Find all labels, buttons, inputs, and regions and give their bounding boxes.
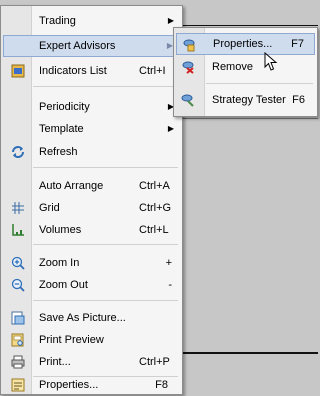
menu-item-template[interactable]: Template ▶ xyxy=(3,118,180,140)
menu-item-label: Grid xyxy=(39,202,60,214)
expert-advisors-submenu: Properties... F7 Remove Strategy Tester … xyxy=(173,27,318,117)
zoom-in-icon xyxy=(11,256,25,270)
menu-separator xyxy=(33,244,178,245)
expert-remove-icon xyxy=(182,61,194,74)
menu-item-trading[interactable]: Trading ▶ xyxy=(3,10,180,32)
menu-item-label: Periodicity xyxy=(39,101,90,113)
submenu-arrow-icon: ▶ xyxy=(167,124,174,133)
menu-item-periodicity[interactable]: Periodicity ▶ xyxy=(3,96,180,118)
menu-item-print[interactable]: Print... Ctrl+P xyxy=(3,351,180,373)
zoom-out-icon xyxy=(11,278,25,292)
submenu-item-strategy-tester[interactable]: Strategy Tester F6 xyxy=(176,89,315,111)
menu-item-print-preview[interactable]: Print Preview xyxy=(3,329,180,351)
strategy-tester-icon xyxy=(181,94,194,107)
menu-item-shortcut: Ctrl+P xyxy=(139,356,170,368)
menu-item-zoom-out[interactable]: Zoom Out - xyxy=(3,274,180,296)
menu-item-label: Save As Picture... xyxy=(39,312,126,324)
expert-properties-icon xyxy=(183,39,195,52)
properties-icon xyxy=(11,378,25,392)
menu-item-shortcut: Ctrl+G xyxy=(139,202,172,214)
submenu-separator xyxy=(206,83,313,84)
menu-item-volumes[interactable]: Volumes Ctrl+L xyxy=(3,219,180,241)
menu-item-label: Expert Advisors xyxy=(39,40,116,52)
volumes-icon xyxy=(12,224,24,236)
menu-item-label: Refresh xyxy=(39,146,78,158)
chart-line xyxy=(182,25,318,26)
menu-item-label: Template xyxy=(39,123,84,135)
menu-item-refresh[interactable]: Refresh xyxy=(3,141,180,163)
save-picture-icon xyxy=(11,311,25,325)
submenu-item-label: Strategy Tester xyxy=(212,94,286,106)
menu-item-properties[interactable]: Properties... F8 xyxy=(3,374,180,396)
menu-item-zoom-in[interactable]: Zoom In + xyxy=(3,252,180,274)
menu-item-label: Indicators List xyxy=(39,65,107,77)
refresh-icon xyxy=(12,146,24,158)
submenu-item-properties[interactable]: Properties... F7 xyxy=(176,33,315,55)
menu-separator xyxy=(33,300,178,301)
menu-item-label: Zoom In xyxy=(39,257,80,269)
menu-item-auto-arrange[interactable]: Auto Arrange Ctrl+A xyxy=(3,175,180,197)
submenu-item-label: Properties... xyxy=(213,38,273,50)
context-menu: Trading ▶ Expert Advisors ▶ Indicators L… xyxy=(0,5,183,395)
menu-item-label: Zoom Out xyxy=(39,279,88,291)
indicators-list-icon xyxy=(11,64,25,78)
menu-item-grid[interactable]: Grid Ctrl+G xyxy=(3,197,180,219)
menu-item-shortcut: Ctrl+L xyxy=(139,224,169,236)
menu-item-shortcut: + xyxy=(165,257,172,269)
menu-item-shortcut: F8 xyxy=(155,379,168,391)
submenu-item-label: Remove xyxy=(212,61,253,73)
menu-item-save-as-picture[interactable]: Save As Picture... xyxy=(3,307,180,329)
menu-item-label: Auto Arrange xyxy=(39,180,104,192)
menu-item-indicators-list[interactable]: Indicators List Ctrl+I xyxy=(3,60,180,82)
chart-line xyxy=(182,118,318,119)
submenu-item-shortcut: F7 xyxy=(291,38,304,50)
submenu-item-remove[interactable]: Remove xyxy=(176,56,315,78)
menu-item-expert-advisors[interactable]: Expert Advisors ▶ xyxy=(3,35,180,57)
mouse-pointer-icon xyxy=(264,52,278,71)
menu-item-shortcut: Ctrl+A xyxy=(139,180,170,192)
print-preview-icon xyxy=(11,333,24,347)
printer-icon xyxy=(11,355,25,369)
menu-item-shortcut: Ctrl+I xyxy=(139,65,166,77)
chart-line xyxy=(182,352,318,354)
menu-item-shortcut: - xyxy=(168,279,172,291)
menu-item-label: Print Preview xyxy=(39,334,104,346)
menu-item-label: Volumes xyxy=(39,224,82,236)
menu-item-label: Properties... xyxy=(39,379,99,391)
menu-separator xyxy=(33,86,178,87)
grid-icon xyxy=(12,202,24,214)
menu-separator xyxy=(33,167,178,168)
menu-item-label: Trading xyxy=(39,15,76,27)
menu-item-label: Print... xyxy=(39,356,71,368)
submenu-item-shortcut: F6 xyxy=(292,94,305,106)
